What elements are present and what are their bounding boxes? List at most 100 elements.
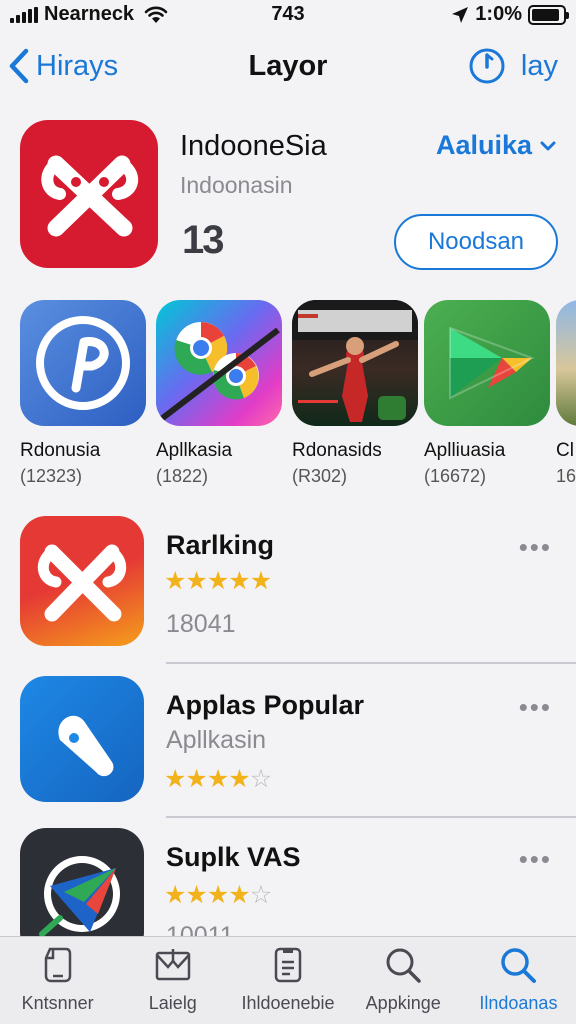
tab-label: Laielg	[148, 993, 197, 1013]
blue-drop-icon	[20, 676, 144, 802]
featured-app-rank: 13	[182, 218, 224, 262]
wifi-icon	[144, 6, 168, 23]
app-tile-count: (R302)	[292, 466, 348, 486]
red-cross-logo-icon	[20, 516, 144, 646]
play-store-graphic	[449, 326, 535, 400]
phone-icon	[38, 945, 78, 985]
star-filled-icon: ★	[228, 567, 250, 595]
category-dropdown-label: Aaluika	[435, 130, 532, 160]
list-item-subtitle: Apllkasin	[166, 726, 267, 754]
more-options-button[interactable]: •••	[519, 844, 552, 875]
list-item-title: Rarlking	[166, 530, 275, 560]
app-tile[interactable]: Rdonasids (R302)	[292, 300, 422, 487]
app-tile-name: Cl	[556, 440, 574, 461]
star-filled-icon: ★	[228, 765, 250, 793]
tab-laielg[interactable]: Laielg	[115, 937, 230, 1024]
chrome-logo-graphic	[158, 322, 280, 423]
star-filled-icon: ★	[228, 881, 250, 909]
game-poster-icon	[292, 300, 418, 426]
star-rating: ★★★★☆	[164, 764, 272, 794]
game-poster-graphic	[292, 300, 418, 422]
app-tile-name: Aplliuasia	[424, 440, 506, 461]
featured-app: IndooneSia Indoonasin 13 Aaluika Noodsan	[0, 118, 576, 278]
star-filled-icon: ★	[206, 567, 229, 595]
status-bar: Nearneck 743 1:0%	[0, 0, 576, 30]
parking-logo-icon	[20, 300, 146, 426]
chevron-left-icon	[9, 48, 29, 84]
signal-strength-icon	[10, 6, 38, 23]
tab-ihldoenebie[interactable]: Ihldoenebie	[230, 937, 345, 1024]
app-tile[interactable]: Apllkasia (1822)	[156, 300, 286, 487]
battery-icon	[528, 4, 569, 25]
featured-app-subtitle: Indoonasin	[180, 172, 293, 198]
app-tile-count: (1822)	[156, 466, 209, 486]
play-store-icon	[424, 300, 550, 426]
star-filled-icon: ★	[185, 881, 207, 909]
nav-right-button[interactable]: lay	[467, 46, 558, 86]
divider	[166, 662, 576, 664]
app-tile-count: (12323)	[20, 466, 83, 486]
battery-fill	[532, 8, 559, 21]
refresh-icon	[469, 48, 505, 84]
get-button[interactable]: Noodsan	[394, 214, 558, 270]
app-tile-name: Apllkasia	[156, 440, 233, 461]
red-cross-logo-graphic	[37, 544, 127, 622]
tab-label: Ihldoenebie	[241, 993, 335, 1013]
list-item-title: Applas Popular	[166, 690, 365, 720]
tab-appkinge[interactable]: Appkinge	[346, 937, 461, 1024]
star-filled-icon: ★	[164, 567, 186, 595]
chrome-logo-icon	[156, 300, 282, 426]
carrier-name: Nearneck	[44, 3, 135, 25]
featured-app-name: IndooneSia	[180, 130, 327, 162]
star-rating: ★★★★★	[164, 566, 272, 596]
star-filled-icon: ★	[185, 567, 207, 595]
status-right: 1:0%	[451, 3, 569, 26]
status-left: Nearneck	[10, 3, 168, 26]
tab-bar: Kntsnner Laielg Ihldoenebie Appkinge Iln…	[0, 936, 576, 1024]
tab-label: Appkinge	[365, 993, 441, 1013]
star-filled-icon: ★	[185, 765, 207, 793]
category-dropdown[interactable]: Aaluika	[436, 130, 556, 161]
featured-app-icon[interactable]	[20, 120, 158, 268]
landscape-icon	[556, 300, 576, 426]
back-button[interactable]: Hirays	[8, 48, 118, 84]
tab-kntsnner[interactable]: Kntsnner	[0, 937, 115, 1024]
document-icon	[268, 945, 308, 985]
chevron-down-icon	[540, 141, 556, 150]
navigation-bar: Hirays Layor lay	[0, 40, 576, 96]
red-cross-logo-icon	[41, 155, 138, 237]
tab-label: Kntsnner	[21, 993, 94, 1013]
parking-logo-graphic	[36, 316, 130, 410]
star-filled-icon: ★	[164, 765, 186, 793]
list-item-title: Suplk VAS	[166, 842, 301, 872]
app-tile-name: Rdonusia	[20, 440, 101, 461]
blue-drop-graphic	[58, 715, 114, 777]
search-icon	[498, 945, 538, 985]
more-options-button[interactable]: •••	[519, 532, 552, 563]
app-tile-name: Rdonasids	[292, 440, 382, 461]
tab-ilndoanas[interactable]: Ilndoanas	[461, 937, 576, 1024]
list-item-count: 18041	[166, 610, 236, 638]
inbox-icon	[153, 945, 193, 985]
star-filled-icon: ★	[164, 881, 186, 909]
app-tile-count: 16	[556, 466, 576, 486]
star-filled-icon: ★	[206, 765, 229, 793]
tab-label: Ilndoanas	[479, 993, 558, 1013]
battery-percentage: 1:0%	[475, 3, 522, 25]
search-icon	[383, 945, 423, 985]
app-carousel[interactable]: Rdonusia (12323) Apllkasia (1822) Rdonas…	[0, 300, 576, 500]
divider	[166, 816, 576, 818]
app-tile-count: (16672)	[424, 466, 487, 486]
app-tile[interactable]: Aplliuasia (16672)	[424, 300, 554, 487]
nav-right-label: lay	[520, 49, 558, 82]
app-tile[interactable]: Rdonusia (12323)	[20, 300, 150, 487]
location-arrow-icon	[452, 6, 469, 23]
star-rating: ★★★★☆	[164, 880, 272, 910]
star-filled-icon: ★	[206, 881, 229, 909]
more-options-button[interactable]: •••	[519, 692, 552, 723]
star-empty-icon: ☆	[249, 765, 272, 793]
app-tile[interactable]: Cl 16	[556, 300, 576, 487]
back-label: Hirays	[36, 49, 119, 82]
star-filled-icon: ★	[249, 567, 272, 595]
star-empty-icon: ☆	[249, 881, 272, 909]
